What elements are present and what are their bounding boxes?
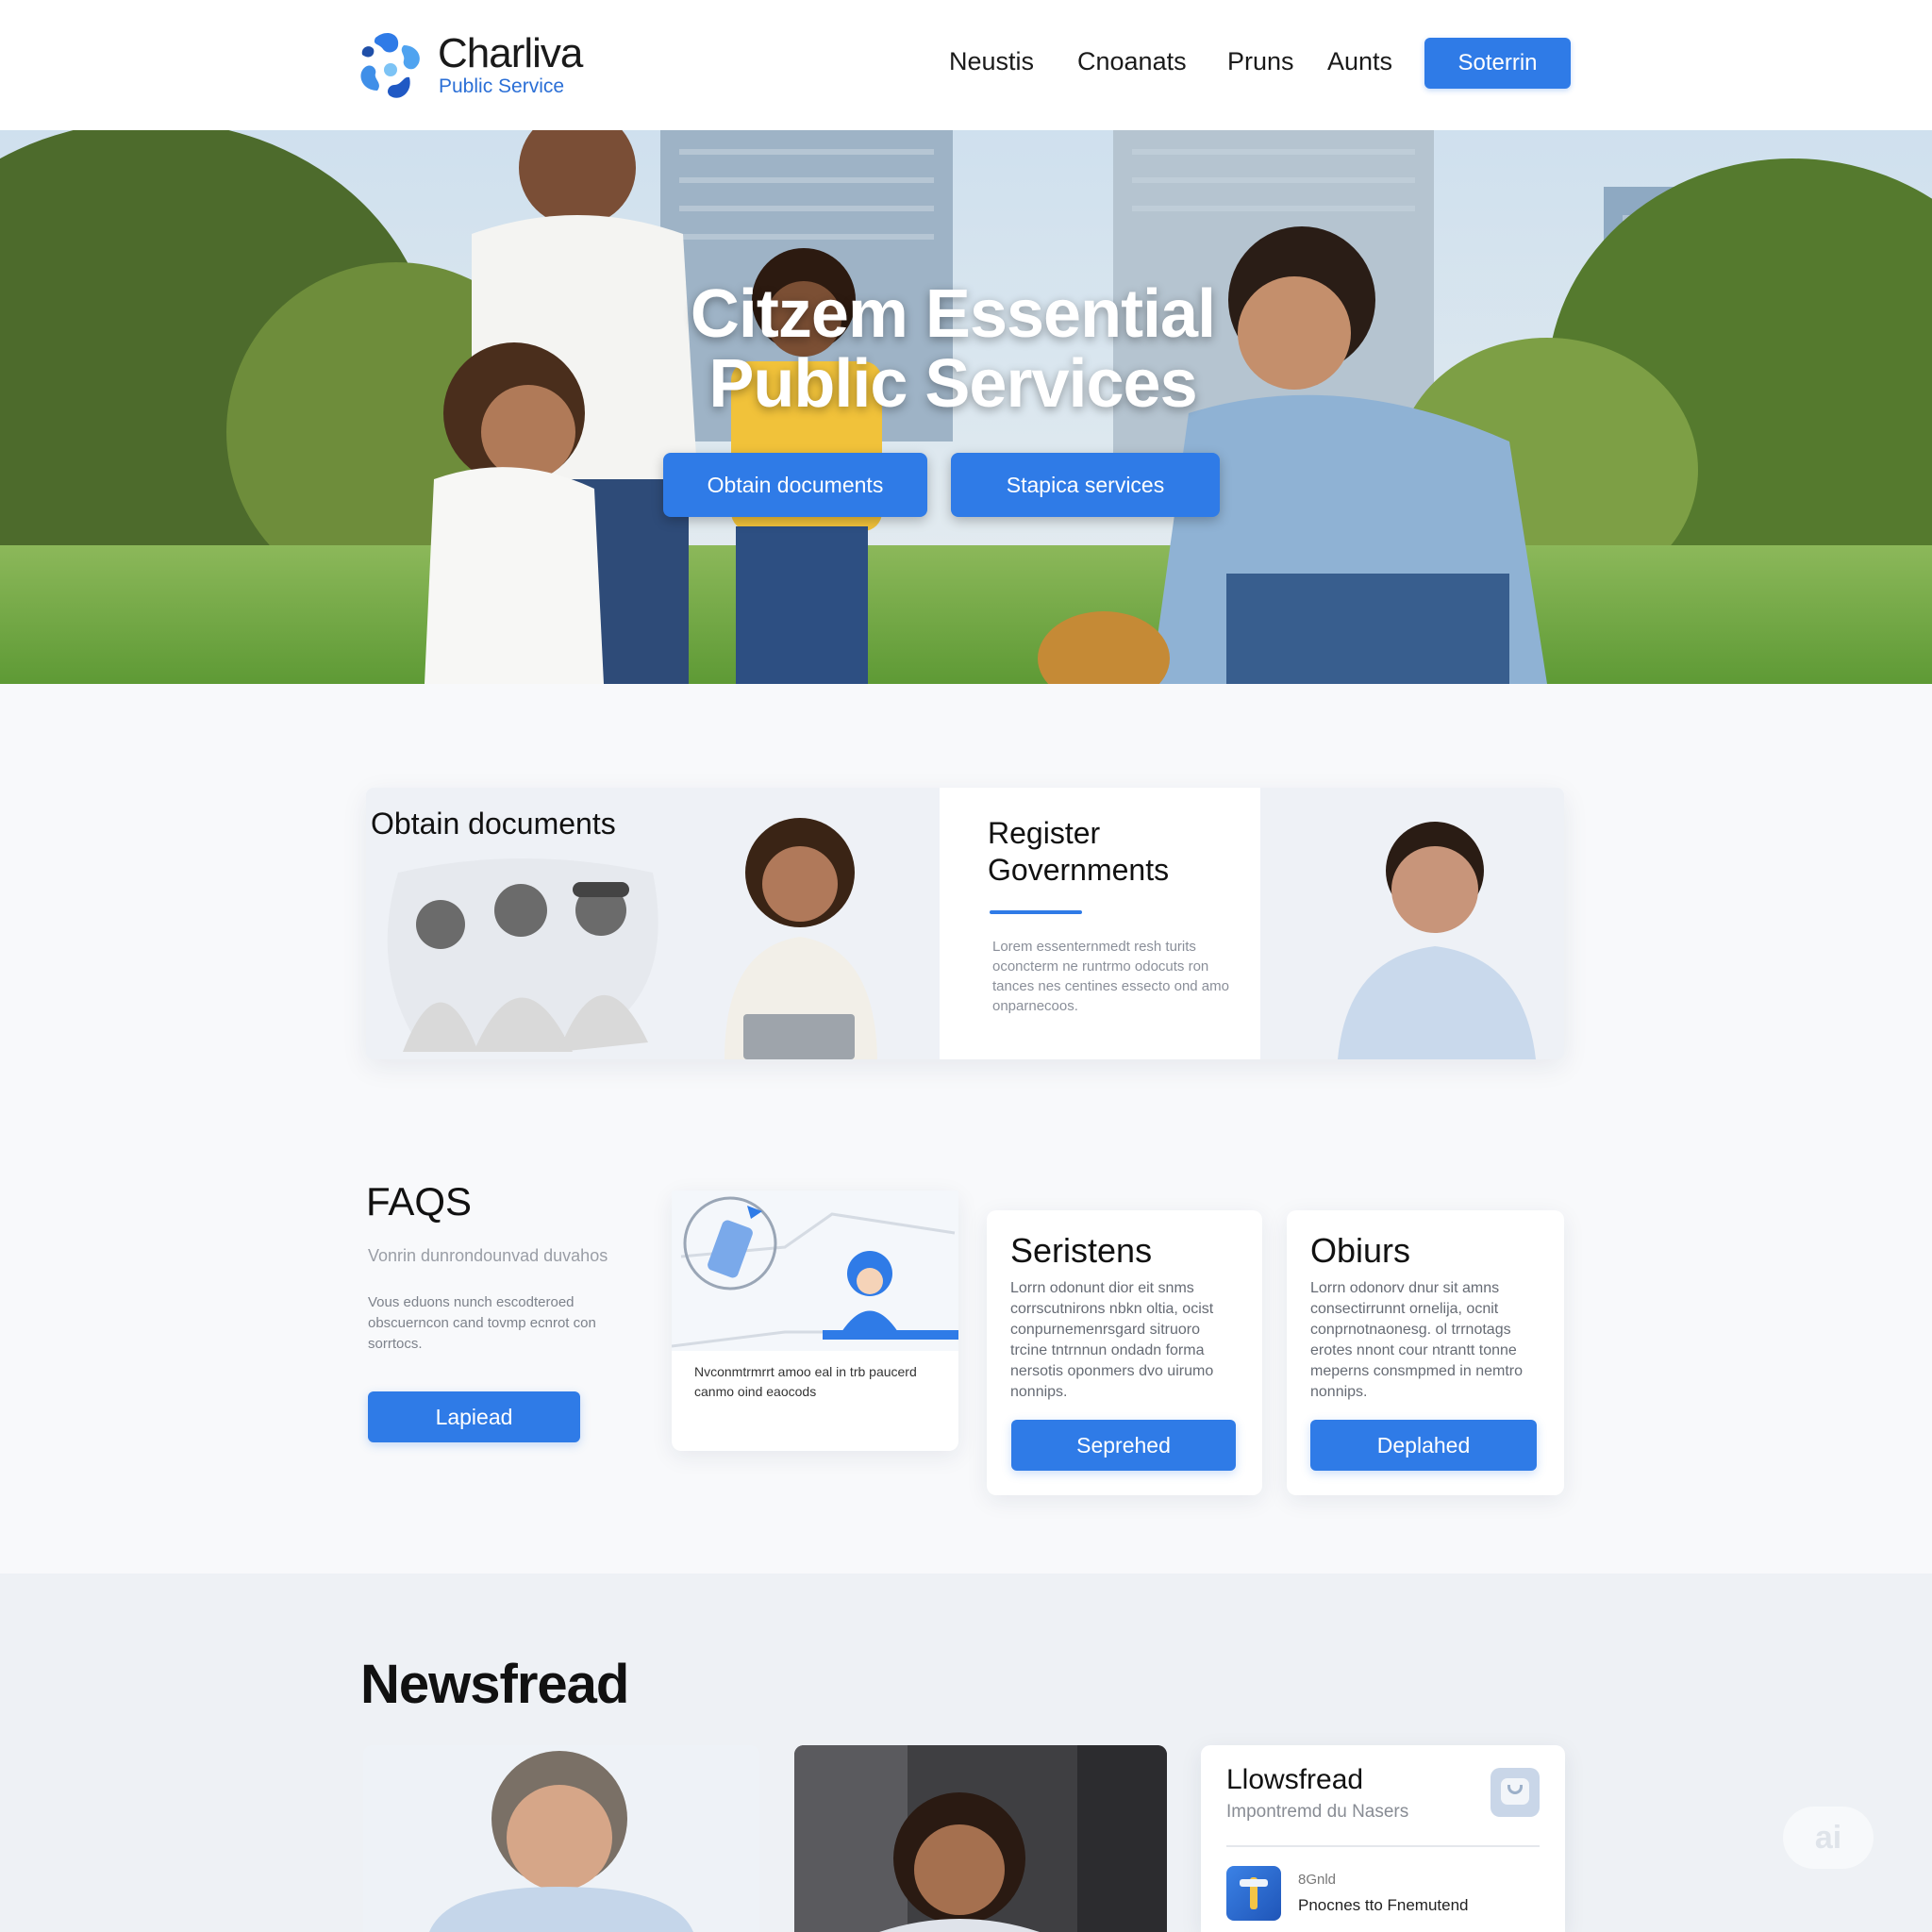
- service-card-1: Seristens Lorrn odonunt dior eit snms co…: [987, 1210, 1262, 1495]
- service-card-button[interactable]: Seprehed: [1011, 1420, 1236, 1471]
- register-text-line: onparnecoos.: [992, 998, 1078, 1014]
- news-sidebar-title: Llowsfread: [1226, 1764, 1364, 1795]
- faqs-subtitle: Vonrin dunrondounvad duvahos: [368, 1246, 608, 1265]
- hero-obtain-documents-button[interactable]: Obtain documents: [663, 453, 927, 517]
- service-card-button[interactable]: Deplahed: [1310, 1420, 1537, 1471]
- hero-title-line-2: Public Services: [708, 346, 1197, 422]
- brand-name[interactable]: Charliva: [438, 30, 583, 77]
- service-card-text-line: nonnips.: [1010, 1384, 1068, 1400]
- faqs-title: FAQS: [366, 1179, 473, 1224]
- header-cta-button[interactable]: Soterrin: [1424, 38, 1571, 89]
- illustration-caption: Nvconmtrmrrt amoo eal in trb paucerd can…: [694, 1362, 917, 1402]
- register-title-line-2: Governments: [988, 853, 1170, 887]
- service-card-text-line: erotes nnont cour ntrantt tonne: [1310, 1342, 1517, 1358]
- faqs-text-line: Vous eduons nunch escodteroed: [368, 1294, 575, 1310]
- chat-icon[interactable]: [1491, 1768, 1540, 1817]
- news-title: Newsfread: [360, 1654, 629, 1715]
- news-sidebar-subtitle: Impontremd du Nasers: [1226, 1802, 1409, 1822]
- group-photo: [387, 858, 658, 1052]
- register-title-line-1: Register: [988, 816, 1101, 850]
- divider: [1226, 1845, 1540, 1847]
- brand-logo-icon[interactable]: [355, 28, 426, 104]
- register-text-line: oconcterm ne runtrmo odocuts ron: [992, 958, 1209, 974]
- obtain-documents-title: Obtain documents: [371, 807, 616, 841]
- service-card-text-line: nersotis oponmers dvo uirumo: [1010, 1363, 1214, 1379]
- register-accent-line: [990, 910, 1082, 914]
- woman-tablet-photo: [724, 818, 877, 1059]
- news-item-date: 8Gnld: [1298, 1872, 1337, 1888]
- service-card-text-line: meperns consmpmed in nemtro: [1310, 1363, 1523, 1379]
- faqs-text: Vous eduons nunch escodteroed obscuernco…: [368, 1292, 596, 1355]
- register-text-line: tances nes centines essecto ond amo: [992, 978, 1229, 994]
- service-card-text-line: Lorrn odonorv dnur sit amns: [1310, 1280, 1500, 1296]
- service-card-text-line: corrscutnirons nbkn oltia, ocist: [1010, 1301, 1214, 1317]
- faqs-text-line: sorrtocs.: [368, 1336, 423, 1352]
- service-card-2: Obiurs Lorrn odonorv dnur sit amns conse…: [1287, 1210, 1564, 1495]
- brand-tagline: Public Service: [439, 75, 565, 97]
- hero-banner: Citzem Essential Public Services Obtain …: [0, 130, 1932, 684]
- nav-link-3[interactable]: Pruns: [1227, 47, 1294, 76]
- service-card-text-line: trcine tntrnnun ondadn forma: [1010, 1342, 1205, 1358]
- nav-link-1[interactable]: Neustis: [949, 47, 1034, 76]
- hero-services-button[interactable]: Stapica services: [951, 453, 1220, 517]
- news-card-1[interactable]: [363, 1745, 759, 1932]
- register-text: Lorem essenternmedt resh turits oconcter…: [992, 937, 1229, 1016]
- illustration-caption-line: Nvconmtrmrrt amoo eal in trb paucerd: [694, 1364, 917, 1379]
- faqs-text-line: obscuerncon cand tovmp ecnrot con: [368, 1315, 596, 1331]
- service-card-text: Lorrn odonunt dior eit snms corrscutniro…: [1010, 1278, 1213, 1403]
- service-card-title: Obiurs: [1310, 1231, 1411, 1270]
- news-photo-man: [429, 1751, 693, 1932]
- faqs-button[interactable]: Lapiead: [368, 1391, 580, 1442]
- news-item-thumbnail[interactable]: [1226, 1866, 1281, 1921]
- illustration-caption-line: canmo oind eaocods: [694, 1384, 817, 1399]
- service-card-text-line: conpurnemenrsgard sitruoro: [1010, 1322, 1200, 1338]
- service-card-text-line: consectirrunnt ornelija, ocnit: [1310, 1301, 1499, 1317]
- service-card-text-line: nonnips.: [1310, 1384, 1368, 1400]
- service-card-text-line: conprnotnaonesg. ol trrnotags: [1310, 1322, 1511, 1338]
- news-sidebar-card: Llowsfread Impontremd du Nasers 8Gnld Pn…: [1201, 1745, 1565, 1932]
- site-header: Charliva Public Service Neustis Cnoanats…: [0, 0, 1932, 130]
- nav-link-2[interactable]: Cnoanats: [1077, 47, 1187, 76]
- man-portrait-photo: [1338, 822, 1536, 1059]
- service-card-title: Seristens: [1010, 1231, 1153, 1270]
- service-card-text: Lorrn odonorv dnur sit amns consectirrun…: [1310, 1278, 1523, 1403]
- hero-title-line-1: Citzem Essential: [690, 276, 1216, 352]
- service-card-text-line: Lorrn odonunt dior eit snms: [1010, 1280, 1194, 1296]
- news-item-title[interactable]: Pnocnes tto Fnemutend: [1298, 1896, 1469, 1915]
- illustration-card[interactable]: Nvconmtrmrrt amoo eal in trb paucerd can…: [672, 1191, 958, 1451]
- news-photo-woman: [794, 1745, 1167, 1932]
- ai-watermark: ai: [1783, 1807, 1874, 1869]
- support-illustration-icon: [672, 1191, 958, 1351]
- news-card-2[interactable]: [794, 1745, 1167, 1932]
- register-text-line: Lorem essenternmedt resh turits: [992, 939, 1196, 955]
- nav-link-4[interactable]: Aunts: [1327, 47, 1392, 76]
